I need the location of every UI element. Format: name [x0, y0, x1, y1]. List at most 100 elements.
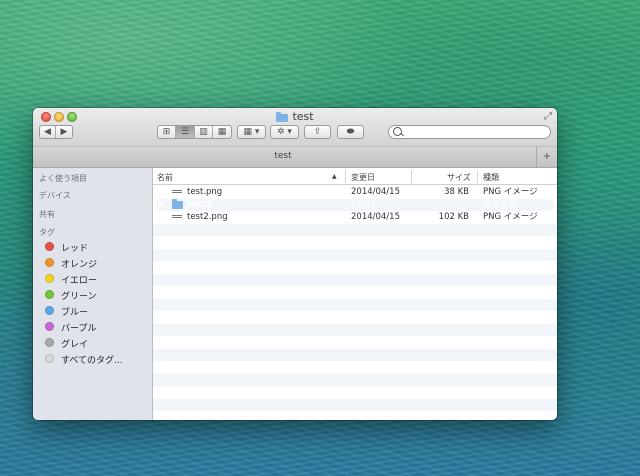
sort-ascending-icon: ▲ — [332, 173, 337, 180]
table-row[interactable]: test.png 2014/04/15 38 KB PNG イメージ — [153, 186, 557, 198]
sidebar-item-label: グレイ — [61, 340, 89, 350]
red-tag-icon — [45, 242, 54, 251]
column-header-name[interactable]: 名前 — [157, 172, 173, 183]
tab-test[interactable]: test — [33, 151, 533, 161]
file-name: test2.png — [187, 212, 228, 222]
blue-tag-icon — [45, 306, 54, 315]
column-divider — [345, 170, 346, 183]
fullscreen-icon[interactable]: ⤢ — [544, 111, 552, 122]
forward-button[interactable]: ▶ — [56, 126, 72, 138]
yellow-tag-icon — [45, 274, 54, 283]
list-view-icon: ☰ — [180, 127, 190, 137]
sidebar-heading-shared: 共有 — [39, 210, 55, 219]
all-tags-icon — [45, 354, 54, 363]
file-size: 38 KB — [444, 187, 469, 197]
empty-row — [153, 323, 557, 336]
sidebar-item-label: レッド — [61, 244, 89, 254]
sidebar-heading-devices: デバイス — [39, 191, 71, 200]
sidebar-heading-tags: タグ — [39, 228, 55, 237]
orange-tag-icon — [45, 258, 54, 267]
file-list: 名前 ▲ 変更日 サイズ 種類 test.png 2014/04/15 38 KB P… — [153, 168, 557, 420]
back-forward-control: ◀ ▶ — [39, 125, 73, 139]
column-header: 名前 ▲ 変更日 サイズ 種類 — [153, 168, 557, 185]
back-arrow-icon: ◀ — [44, 127, 51, 137]
empty-row — [153, 373, 557, 386]
icon-view-icon: ⊞ — [162, 127, 171, 137]
empty-row — [153, 386, 557, 398]
empty-row — [153, 223, 557, 236]
column-divider — [411, 170, 412, 183]
file-size: -- — [462, 199, 469, 210]
folder-icon — [172, 198, 183, 209]
empty-row — [153, 261, 557, 273]
file-size: 102 KB — [438, 212, 469, 222]
gear-icon: ✲ ▾ — [277, 127, 292, 137]
empty-row — [153, 298, 557, 311]
empty-row — [153, 248, 557, 261]
sidebar-item-label: イエロー — [61, 276, 97, 286]
sidebar-item-label: ブルー — [61, 308, 89, 318]
sidebar-item-label: パープル — [61, 324, 97, 334]
empty-row — [153, 398, 557, 411]
gray-tag-icon — [45, 338, 54, 347]
purple-tag-icon — [45, 322, 54, 331]
column-view-icon: ▥ — [199, 127, 208, 137]
share-button[interactable]: ⇪ — [304, 125, 331, 139]
coverflow-view-button[interactable]: ▦ — [213, 126, 231, 138]
table-row[interactable]: ▶ test2 14:42 -- フォルダ — [156, 198, 554, 211]
column-header-kind[interactable]: 種類 — [483, 172, 499, 183]
view-mode-control: ⊞ ☰ ▥ ▦ — [157, 125, 232, 139]
sidebar: よく使う項目 デバイス 共有 タグ レッド オレンジ イエロー グリーン ブルー… — [33, 168, 153, 420]
sidebar-heading-favorites: よく使う項目 — [39, 174, 87, 183]
search-field[interactable] — [388, 125, 551, 139]
file-modified: 2014/04/15 — [351, 187, 400, 197]
sidebar-item-label: オレンジ — [61, 260, 98, 270]
empty-row — [153, 336, 557, 348]
column-view-button[interactable]: ▥ — [195, 126, 213, 138]
coverflow-view-icon: ▦ — [217, 127, 227, 137]
empty-row — [153, 348, 557, 361]
empty-row — [153, 361, 557, 373]
image-file-icon — [172, 190, 182, 194]
table-row[interactable]: test2.png 2014/04/15 102 KB PNG イメージ — [153, 211, 557, 223]
file-name: test.png — [187, 187, 223, 197]
green-tag-icon — [45, 290, 54, 299]
sidebar-item-label: グリーン — [61, 292, 97, 302]
finder-window: test ⤢ ◀ ▶ ⊞ ☰ ▥ ▦ ▦ ▾ ✲ ▾ ⇪ ⬬ test + よく使う項目 — [33, 108, 557, 420]
file-kind: PNG イメージ — [483, 212, 538, 222]
arrange-button[interactable]: ▦ ▾ — [237, 125, 266, 139]
search-icon — [393, 127, 402, 136]
list-view-button[interactable]: ☰ — [176, 126, 195, 138]
icon-view-button[interactable]: ⊞ — [158, 126, 176, 138]
file-modified: 14:42 — [351, 199, 376, 210]
tag-button[interactable]: ⬬ — [337, 125, 364, 139]
window-title-text: test — [292, 110, 314, 123]
tag-icon: ⬬ — [346, 127, 355, 137]
forward-arrow-icon: ▶ — [60, 127, 68, 137]
column-header-modified[interactable]: 変更日 — [351, 172, 375, 183]
column-header-size[interactable]: サイズ — [447, 172, 471, 183]
new-tab-button[interactable]: + — [536, 147, 557, 167]
disclosure-triangle-icon[interactable]: ▶ — [158, 199, 164, 211]
file-name: test2 — [187, 199, 212, 210]
sidebar-item-label: すべてのタグ... — [61, 356, 123, 366]
arrange-icon: ▦ ▾ — [243, 127, 260, 137]
image-file-icon — [172, 215, 182, 219]
action-button[interactable]: ✲ ▾ — [270, 125, 299, 139]
search-input[interactable] — [405, 126, 545, 138]
empty-row — [153, 236, 557, 248]
tab-bar: test + — [33, 146, 557, 168]
empty-row — [153, 311, 557, 323]
back-button[interactable]: ◀ — [40, 126, 56, 138]
empty-row — [153, 286, 557, 298]
file-kind: フォルダ — [483, 199, 518, 210]
folder-icon — [276, 112, 289, 122]
column-divider — [477, 170, 478, 183]
empty-row — [153, 273, 557, 286]
window-title: test — [33, 110, 557, 124]
file-modified: 2014/04/15 — [351, 212, 400, 222]
share-icon: ⇪ — [313, 127, 322, 137]
file-kind: PNG イメージ — [483, 187, 538, 197]
empty-row — [153, 411, 557, 420]
toolbar: test ⤢ ◀ ▶ ⊞ ☰ ▥ ▦ ▦ ▾ ✲ ▾ ⇪ ⬬ — [33, 108, 557, 146]
